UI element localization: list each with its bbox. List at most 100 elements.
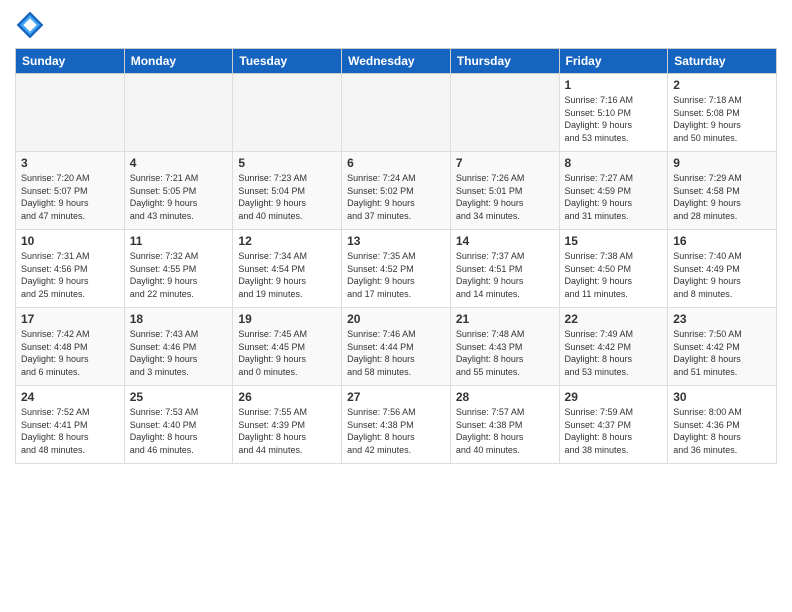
day-info: Sunrise: 7:49 AM Sunset: 4:42 PM Dayligh…	[565, 328, 663, 378]
day-number: 11	[130, 234, 228, 248]
day-number: 27	[347, 390, 445, 404]
day-info: Sunrise: 7:59 AM Sunset: 4:37 PM Dayligh…	[565, 406, 663, 456]
day-number: 12	[238, 234, 336, 248]
day-number: 14	[456, 234, 554, 248]
calendar-cell: 19 Sunrise: 7:45 AM Sunset: 4:45 PM Dayli…	[233, 308, 342, 386]
day-info: Sunrise: 7:55 AM Sunset: 4:39 PM Dayligh…	[238, 406, 336, 456]
day-number: 6	[347, 156, 445, 170]
day-number: 22	[565, 312, 663, 326]
day-info: Sunrise: 7:40 AM Sunset: 4:49 PM Dayligh…	[673, 250, 771, 300]
day-number: 26	[238, 390, 336, 404]
weekday-header: Saturday	[668, 49, 777, 74]
calendar-cell: 29 Sunrise: 7:59 AM Sunset: 4:37 PM Dayli…	[559, 386, 668, 464]
day-number: 23	[673, 312, 771, 326]
day-info: Sunrise: 7:45 AM Sunset: 4:45 PM Dayligh…	[238, 328, 336, 378]
day-info: Sunrise: 7:27 AM Sunset: 4:59 PM Dayligh…	[565, 172, 663, 222]
calendar-cell: 23Sunrise: 7:50 AM Sunset: 4:42 PM Dayli…	[668, 308, 777, 386]
day-info: Sunrise: 7:23 AM Sunset: 5:04 PM Dayligh…	[238, 172, 336, 222]
logo-icon	[15, 10, 45, 40]
day-number: 18	[130, 312, 228, 326]
day-info: Sunrise: 7:34 AM Sunset: 4:54 PM Dayligh…	[238, 250, 336, 300]
calendar-cell: 17 Sunrise: 7:42 AM Sunset: 4:48 PM Dayli…	[16, 308, 125, 386]
day-info: Sunrise: 7:29 AM Sunset: 4:58 PM Dayligh…	[673, 172, 771, 222]
weekday-header: Friday	[559, 49, 668, 74]
calendar-cell: 2 Sunrise: 7:18 AM Sunset: 5:08 PM Daylig…	[668, 74, 777, 152]
calendar-cell: 8 Sunrise: 7:27 AM Sunset: 4:59 PM Daylig…	[559, 152, 668, 230]
calendar-cell: 14 Sunrise: 7:37 AM Sunset: 4:51 PM Dayli…	[450, 230, 559, 308]
day-info: Sunrise: 7:21 AM Sunset: 5:05 PM Dayligh…	[130, 172, 228, 222]
day-info: Sunrise: 7:42 AM Sunset: 4:48 PM Dayligh…	[21, 328, 119, 378]
day-info: Sunrise: 7:18 AM Sunset: 5:08 PM Dayligh…	[673, 94, 771, 144]
calendar-cell: 9 Sunrise: 7:29 AM Sunset: 4:58 PM Daylig…	[668, 152, 777, 230]
calendar-week-row: 17 Sunrise: 7:42 AM Sunset: 4:48 PM Dayli…	[16, 308, 777, 386]
weekday-header: Wednesday	[342, 49, 451, 74]
calendar-header: SundayMondayTuesdayWednesdayThursdayFrid…	[16, 49, 777, 74]
calendar-cell: 13 Sunrise: 7:35 AM Sunset: 4:52 PM Dayli…	[342, 230, 451, 308]
day-info: Sunrise: 7:46 AM Sunset: 4:44 PM Dayligh…	[347, 328, 445, 378]
calendar-cell: 27 Sunrise: 7:56 AM Sunset: 4:38 PM Dayli…	[342, 386, 451, 464]
calendar-cell	[124, 74, 233, 152]
logo	[15, 10, 49, 40]
calendar-week-row: 24 Sunrise: 7:52 AM Sunset: 4:41 PM Dayli…	[16, 386, 777, 464]
calendar-cell: 5 Sunrise: 7:23 AM Sunset: 5:04 PM Daylig…	[233, 152, 342, 230]
calendar-week-row: 10 Sunrise: 7:31 AM Sunset: 4:56 PM Dayli…	[16, 230, 777, 308]
calendar: SundayMondayTuesdayWednesdayThursdayFrid…	[15, 48, 777, 464]
day-info: Sunrise: 7:53 AM Sunset: 4:40 PM Dayligh…	[130, 406, 228, 456]
calendar-cell: 12 Sunrise: 7:34 AM Sunset: 4:54 PM Dayli…	[233, 230, 342, 308]
calendar-cell: 20 Sunrise: 7:46 AM Sunset: 4:44 PM Dayli…	[342, 308, 451, 386]
calendar-cell: 30Sunrise: 8:00 AM Sunset: 4:36 PM Dayli…	[668, 386, 777, 464]
day-number: 5	[238, 156, 336, 170]
day-info: Sunrise: 7:43 AM Sunset: 4:46 PM Dayligh…	[130, 328, 228, 378]
calendar-cell	[233, 74, 342, 152]
calendar-cell: 22 Sunrise: 7:49 AM Sunset: 4:42 PM Dayli…	[559, 308, 668, 386]
calendar-cell: 11 Sunrise: 7:32 AM Sunset: 4:55 PM Dayli…	[124, 230, 233, 308]
day-info: Sunrise: 7:24 AM Sunset: 5:02 PM Dayligh…	[347, 172, 445, 222]
day-number: 28	[456, 390, 554, 404]
calendar-cell	[16, 74, 125, 152]
day-info: Sunrise: 7:48 AM Sunset: 4:43 PM Dayligh…	[456, 328, 554, 378]
calendar-cell: 6 Sunrise: 7:24 AM Sunset: 5:02 PM Daylig…	[342, 152, 451, 230]
day-info: Sunrise: 7:38 AM Sunset: 4:50 PM Dayligh…	[565, 250, 663, 300]
calendar-cell: 16 Sunrise: 7:40 AM Sunset: 4:49 PM Dayli…	[668, 230, 777, 308]
page: SundayMondayTuesdayWednesdayThursdayFrid…	[0, 0, 792, 612]
calendar-cell	[342, 74, 451, 152]
day-info: Sunrise: 7:52 AM Sunset: 4:41 PM Dayligh…	[21, 406, 119, 456]
day-number: 25	[130, 390, 228, 404]
day-info: Sunrise: 7:32 AM Sunset: 4:55 PM Dayligh…	[130, 250, 228, 300]
calendar-cell: 4 Sunrise: 7:21 AM Sunset: 5:05 PM Daylig…	[124, 152, 233, 230]
day-number: 1	[565, 78, 663, 92]
day-number: 19	[238, 312, 336, 326]
day-info: Sunrise: 7:35 AM Sunset: 4:52 PM Dayligh…	[347, 250, 445, 300]
calendar-week-row: 1Sunrise: 7:16 AM Sunset: 5:10 PM Daylig…	[16, 74, 777, 152]
day-number: 9	[673, 156, 771, 170]
day-number: 3	[21, 156, 119, 170]
day-number: 10	[21, 234, 119, 248]
day-number: 29	[565, 390, 663, 404]
day-number: 24	[21, 390, 119, 404]
day-number: 30	[673, 390, 771, 404]
calendar-cell: 28Sunrise: 7:57 AM Sunset: 4:38 PM Dayli…	[450, 386, 559, 464]
day-number: 2	[673, 78, 771, 92]
day-info: Sunrise: 7:31 AM Sunset: 4:56 PM Dayligh…	[21, 250, 119, 300]
day-number: 15	[565, 234, 663, 248]
calendar-cell: 18 Sunrise: 7:43 AM Sunset: 4:46 PM Dayli…	[124, 308, 233, 386]
calendar-body: 1Sunrise: 7:16 AM Sunset: 5:10 PM Daylig…	[16, 74, 777, 464]
calendar-cell: 3Sunrise: 7:20 AM Sunset: 5:07 PM Daylig…	[16, 152, 125, 230]
day-number: 16	[673, 234, 771, 248]
day-number: 4	[130, 156, 228, 170]
day-info: Sunrise: 7:56 AM Sunset: 4:38 PM Dayligh…	[347, 406, 445, 456]
calendar-cell: 25 Sunrise: 7:53 AM Sunset: 4:40 PM Dayli…	[124, 386, 233, 464]
calendar-cell: 1Sunrise: 7:16 AM Sunset: 5:10 PM Daylig…	[559, 74, 668, 152]
day-number: 7	[456, 156, 554, 170]
day-info: Sunrise: 7:37 AM Sunset: 4:51 PM Dayligh…	[456, 250, 554, 300]
weekday-header: Sunday	[16, 49, 125, 74]
day-number: 13	[347, 234, 445, 248]
day-number: 17	[21, 312, 119, 326]
calendar-cell: 15 Sunrise: 7:38 AM Sunset: 4:50 PM Dayli…	[559, 230, 668, 308]
day-number: 8	[565, 156, 663, 170]
calendar-cell: 7Sunrise: 7:26 AM Sunset: 5:01 PM Daylig…	[450, 152, 559, 230]
day-number: 20	[347, 312, 445, 326]
calendar-cell: 26 Sunrise: 7:55 AM Sunset: 4:39 PM Dayli…	[233, 386, 342, 464]
calendar-week-row: 3Sunrise: 7:20 AM Sunset: 5:07 PM Daylig…	[16, 152, 777, 230]
calendar-cell: 21Sunrise: 7:48 AM Sunset: 4:43 PM Dayli…	[450, 308, 559, 386]
